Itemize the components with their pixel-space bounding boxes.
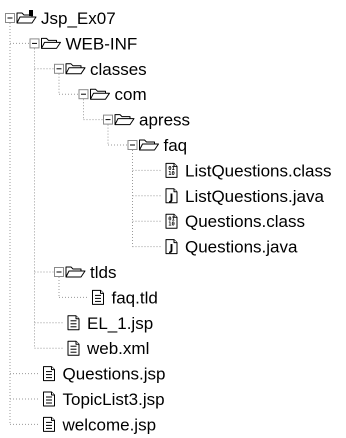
collapse-toggle[interactable] <box>103 114 113 125</box>
collapse-toggle[interactable] <box>78 89 89 100</box>
tree-node-label: WEB-INF <box>66 34 138 53</box>
tree-node-label: welcome.jsp <box>62 415 157 434</box>
project-folder-icon <box>16 10 37 24</box>
tree-node-el-1-jsp[interactable]: EL_1.jsp <box>67 314 153 333</box>
tree-node-jsp-ex07[interactable]: Jsp_Ex07 <box>5 9 116 28</box>
tree-node-label: apress <box>139 111 190 130</box>
tree-node-label: classes <box>90 60 147 79</box>
open-folder-icon <box>139 139 159 151</box>
open-folder-icon <box>114 114 135 126</box>
collapse-toggle[interactable] <box>127 140 138 150</box>
tree-node-label: TopicList3.jsp <box>63 390 165 409</box>
tree-node-faq[interactable]: faq <box>127 136 188 155</box>
tree-node-listquestions-java[interactable]: J ListQuestions.java <box>165 187 324 206</box>
collapse-toggle[interactable] <box>54 267 64 277</box>
tree-node-label: faq.tld <box>112 288 158 307</box>
collapse-toggle[interactable] <box>54 63 64 74</box>
collapse-toggle[interactable] <box>5 13 15 23</box>
java-file-icon: J <box>165 188 178 203</box>
tree-node-label: Questions.jsp <box>63 365 166 384</box>
tree-node-classes[interactable]: classes <box>54 60 147 79</box>
tree-node-listquestions-class[interactable]: 0110 ListQuestions.class <box>165 161 331 180</box>
text-file-icon <box>43 416 55 432</box>
collapse-toggle[interactable] <box>29 38 40 49</box>
project-tree: Jsp_Ex07 WEB-INF classes com apress faq 0110 Li… <box>5 9 331 434</box>
text-file-icon <box>43 391 55 407</box>
tree-node-tlds[interactable]: tlds <box>54 263 117 282</box>
tree-node-label: EL_1.jsp <box>87 314 153 333</box>
tree-node-com[interactable]: com <box>78 85 147 104</box>
tree-node-label: com <box>115 85 147 104</box>
tree-node-faq-tld[interactable]: faq.tld <box>92 288 158 307</box>
tree-nodes: Jsp_Ex07 WEB-INF classes com apress faq 0110 Li… <box>5 9 331 434</box>
svg-text:10: 10 <box>168 222 175 228</box>
tree-node-label: tlds <box>90 263 116 282</box>
text-file-icon <box>67 340 80 356</box>
svg-text:10: 10 <box>168 171 175 177</box>
tree-node-welcome-jsp[interactable]: welcome.jsp <box>43 415 157 434</box>
tree-node-questions-java[interactable]: J Questions.java <box>165 238 298 257</box>
tree-node-web-inf[interactable]: WEB-INF <box>29 34 138 53</box>
svg-text:J: J <box>169 192 174 203</box>
tree-node-label: Jsp_Ex07 <box>41 9 116 28</box>
class-file-icon: 0110 <box>165 162 178 178</box>
tree-node-label: Questions.java <box>185 238 298 257</box>
open-folder-icon <box>65 63 86 75</box>
text-file-icon <box>67 315 80 331</box>
tree-node-web-xml[interactable]: web.xml <box>67 339 149 358</box>
java-file-icon: J <box>165 239 178 254</box>
text-file-icon <box>92 289 104 305</box>
tree-node-label: web.xml <box>86 339 149 358</box>
open-folder-icon <box>90 88 110 100</box>
tree-node-apress[interactable]: apress <box>103 111 191 130</box>
text-file-icon <box>43 366 55 382</box>
tree-node-label: faq <box>164 136 188 155</box>
svg-text:J: J <box>169 243 174 254</box>
class-file-icon: 0110 <box>165 213 178 229</box>
open-folder-icon <box>65 266 86 278</box>
tree-node-topiclist3-jsp[interactable]: TopicList3.jsp <box>43 390 165 409</box>
tree-node-label: ListQuestions.java <box>185 187 324 206</box>
tree-node-questions-jsp[interactable]: Questions.jsp <box>43 365 166 384</box>
tree-node-label: ListQuestions.class <box>185 161 331 180</box>
open-folder-icon <box>41 37 61 49</box>
tree-node-questions-class[interactable]: 0110 Questions.class <box>165 212 305 231</box>
tree-node-label: Questions.class <box>185 212 305 231</box>
